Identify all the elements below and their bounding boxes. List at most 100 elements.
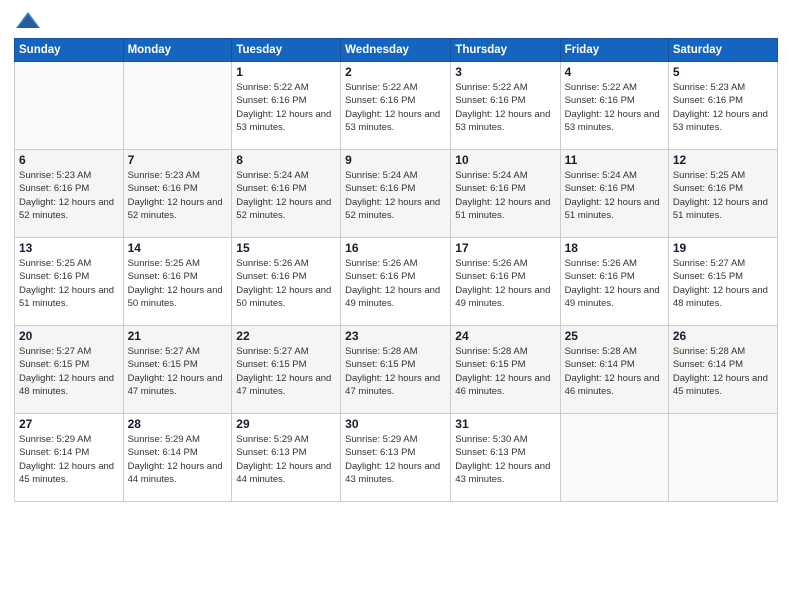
- day-number: 26: [673, 329, 773, 343]
- calendar-cell: 29 Sunrise: 5:29 AMSunset: 6:13 PMDayligh…: [232, 414, 341, 502]
- day-info: Sunrise: 5:29 AMSunset: 6:13 PMDaylight:…: [236, 433, 336, 486]
- calendar-header-row: SundayMondayTuesdayWednesdayThursdayFrid…: [15, 39, 778, 62]
- day-number: 1: [236, 65, 336, 79]
- day-info: Sunrise: 5:26 AMSunset: 6:16 PMDaylight:…: [455, 257, 555, 310]
- weekday-header: Monday: [123, 39, 232, 62]
- calendar-cell: 7Sunrise: 5:23 AMSunset: 6:16 PMDaylight…: [123, 150, 232, 238]
- day-number: 25: [565, 329, 664, 343]
- day-number: 28: [128, 417, 228, 431]
- day-info: Sunrise: 5:28 AMSunset: 6:14 PMDaylight:…: [673, 345, 773, 398]
- day-number: 22: [236, 329, 336, 343]
- day-info: Sunrise: 5:27 AMSunset: 6:15 PMDaylight:…: [19, 345, 119, 398]
- day-number: 27: [19, 417, 119, 431]
- calendar-week-row: 1 Sunrise: 5:22 AMSunset: 6:16 PMDaylight…: [15, 62, 778, 150]
- calendar-cell: 16 Sunrise: 5:26 AMSunset: 6:16 PMDayligh…: [341, 238, 451, 326]
- day-info: Sunrise: 5:24 AMSunset: 6:16 PMDaylight:…: [455, 169, 555, 222]
- day-number: 19: [673, 241, 773, 255]
- day-info: Sunrise: 5:29 AMSunset: 6:13 PMDaylight:…: [345, 433, 446, 486]
- calendar-cell: 28 Sunrise: 5:29 AMSunset: 6:14 PMDayligh…: [123, 414, 232, 502]
- day-info: Sunrise: 5:22 AMSunset: 6:16 PMDaylight:…: [455, 81, 555, 134]
- day-number: 3: [455, 65, 555, 79]
- calendar-cell: 8 Sunrise: 5:24 AMSunset: 6:16 PMDaylight…: [232, 150, 341, 238]
- day-info: Sunrise: 5:28 AMSunset: 6:15 PMDaylight:…: [455, 345, 555, 398]
- day-info: Sunrise: 5:27 AMSunset: 6:15 PMDaylight:…: [128, 345, 228, 398]
- logo: [14, 10, 46, 32]
- day-number: 30: [345, 417, 446, 431]
- day-info: Sunrise: 5:29 AMSunset: 6:14 PMDaylight:…: [19, 433, 119, 486]
- calendar-cell: 6 Sunrise: 5:23 AMSunset: 6:16 PMDaylight…: [15, 150, 124, 238]
- day-number: 7: [128, 153, 228, 167]
- day-info: Sunrise: 5:22 AMSunset: 6:16 PMDaylight:…: [236, 81, 336, 134]
- day-info: Sunrise: 5:23 AMSunset: 6:16 PMDaylight:…: [673, 81, 773, 134]
- day-number: 23: [345, 329, 446, 343]
- calendar-cell: 18 Sunrise: 5:26 AMSunset: 6:16 PMDayligh…: [560, 238, 668, 326]
- day-info: Sunrise: 5:24 AMSunset: 6:16 PMDaylight:…: [236, 169, 336, 222]
- page: SundayMondayTuesdayWednesdayThursdayFrid…: [0, 0, 792, 612]
- day-number: 4: [565, 65, 664, 79]
- calendar-cell: 4 Sunrise: 5:22 AMSunset: 6:16 PMDaylight…: [560, 62, 668, 150]
- calendar-cell: 20 Sunrise: 5:27 AMSunset: 6:15 PMDayligh…: [15, 326, 124, 414]
- calendar-cell: 19 Sunrise: 5:27 AMSunset: 6:15 PMDayligh…: [668, 238, 777, 326]
- calendar-cell: 23 Sunrise: 5:28 AMSunset: 6:15 PMDayligh…: [341, 326, 451, 414]
- calendar-table: SundayMondayTuesdayWednesdayThursdayFrid…: [14, 38, 778, 502]
- day-number: 2: [345, 65, 446, 79]
- calendar-cell: 9Sunrise: 5:24 AMSunset: 6:16 PMDaylight…: [341, 150, 451, 238]
- day-info: Sunrise: 5:23 AMSunset: 6:16 PMDaylight:…: [19, 169, 119, 222]
- calendar-cell: [560, 414, 668, 502]
- day-number: 24: [455, 329, 555, 343]
- calendar-cell: 25 Sunrise: 5:28 AMSunset: 6:14 PMDayligh…: [560, 326, 668, 414]
- calendar-cell: [123, 62, 232, 150]
- day-number: 5: [673, 65, 773, 79]
- day-info: Sunrise: 5:28 AMSunset: 6:15 PMDaylight:…: [345, 345, 446, 398]
- day-number: 12: [673, 153, 773, 167]
- day-number: 21: [128, 329, 228, 343]
- calendar-cell: 30 Sunrise: 5:29 AMSunset: 6:13 PMDayligh…: [341, 414, 451, 502]
- calendar-cell: 26 Sunrise: 5:28 AMSunset: 6:14 PMDayligh…: [668, 326, 777, 414]
- day-info: Sunrise: 5:22 AMSunset: 6:16 PMDaylight:…: [345, 81, 446, 134]
- day-number: 11: [565, 153, 664, 167]
- day-info: Sunrise: 5:30 AMSunset: 6:13 PMDaylight:…: [455, 433, 555, 486]
- weekday-header: Thursday: [451, 39, 560, 62]
- calendar-cell: [668, 414, 777, 502]
- calendar-week-row: 27 Sunrise: 5:29 AMSunset: 6:14 PMDayligh…: [15, 414, 778, 502]
- weekday-header: Saturday: [668, 39, 777, 62]
- header: [14, 10, 778, 32]
- calendar-cell: 1 Sunrise: 5:22 AMSunset: 6:16 PMDaylight…: [232, 62, 341, 150]
- day-number: 29: [236, 417, 336, 431]
- calendar-cell: 3 Sunrise: 5:22 AMSunset: 6:16 PMDaylight…: [451, 62, 560, 150]
- calendar-cell: 5 Sunrise: 5:23 AMSunset: 6:16 PMDaylight…: [668, 62, 777, 150]
- day-info: Sunrise: 5:26 AMSunset: 6:16 PMDaylight:…: [565, 257, 664, 310]
- day-info: Sunrise: 5:29 AMSunset: 6:14 PMDaylight:…: [128, 433, 228, 486]
- calendar-cell: 15 Sunrise: 5:26 AMSunset: 6:16 PMDayligh…: [232, 238, 341, 326]
- calendar-cell: 21 Sunrise: 5:27 AMSunset: 6:15 PMDayligh…: [123, 326, 232, 414]
- day-number: 8: [236, 153, 336, 167]
- calendar-cell: 17 Sunrise: 5:26 AMSunset: 6:16 PMDayligh…: [451, 238, 560, 326]
- day-number: 17: [455, 241, 555, 255]
- day-number: 6: [19, 153, 119, 167]
- day-info: Sunrise: 5:27 AMSunset: 6:15 PMDaylight:…: [673, 257, 773, 310]
- calendar-cell: 2 Sunrise: 5:22 AMSunset: 6:16 PMDaylight…: [341, 62, 451, 150]
- day-info: Sunrise: 5:25 AMSunset: 6:16 PMDaylight:…: [128, 257, 228, 310]
- calendar-week-row: 6 Sunrise: 5:23 AMSunset: 6:16 PMDaylight…: [15, 150, 778, 238]
- day-info: Sunrise: 5:25 AMSunset: 6:16 PMDaylight:…: [19, 257, 119, 310]
- calendar-week-row: 13 Sunrise: 5:25 AMSunset: 6:16 PMDayligh…: [15, 238, 778, 326]
- day-info: Sunrise: 5:24 AMSunset: 6:16 PMDaylight:…: [565, 169, 664, 222]
- day-number: 13: [19, 241, 119, 255]
- day-number: 20: [19, 329, 119, 343]
- calendar-cell: 14 Sunrise: 5:25 AMSunset: 6:16 PMDayligh…: [123, 238, 232, 326]
- day-info: Sunrise: 5:22 AMSunset: 6:16 PMDaylight:…: [565, 81, 664, 134]
- calendar-cell: 10Sunrise: 5:24 AMSunset: 6:16 PMDayligh…: [451, 150, 560, 238]
- day-number: 18: [565, 241, 664, 255]
- day-number: 14: [128, 241, 228, 255]
- day-info: Sunrise: 5:26 AMSunset: 6:16 PMDaylight:…: [345, 257, 446, 310]
- day-info: Sunrise: 5:25 AMSunset: 6:16 PMDaylight:…: [673, 169, 773, 222]
- day-info: Sunrise: 5:26 AMSunset: 6:16 PMDaylight:…: [236, 257, 336, 310]
- calendar-cell: 27 Sunrise: 5:29 AMSunset: 6:14 PMDayligh…: [15, 414, 124, 502]
- calendar-cell: 31 Sunrise: 5:30 AMSunset: 6:13 PMDayligh…: [451, 414, 560, 502]
- day-number: 16: [345, 241, 446, 255]
- day-number: 31: [455, 417, 555, 431]
- day-info: Sunrise: 5:28 AMSunset: 6:14 PMDaylight:…: [565, 345, 664, 398]
- calendar-week-row: 20 Sunrise: 5:27 AMSunset: 6:15 PMDayligh…: [15, 326, 778, 414]
- day-number: 15: [236, 241, 336, 255]
- calendar-cell: 11 Sunrise: 5:24 AMSunset: 6:16 PMDayligh…: [560, 150, 668, 238]
